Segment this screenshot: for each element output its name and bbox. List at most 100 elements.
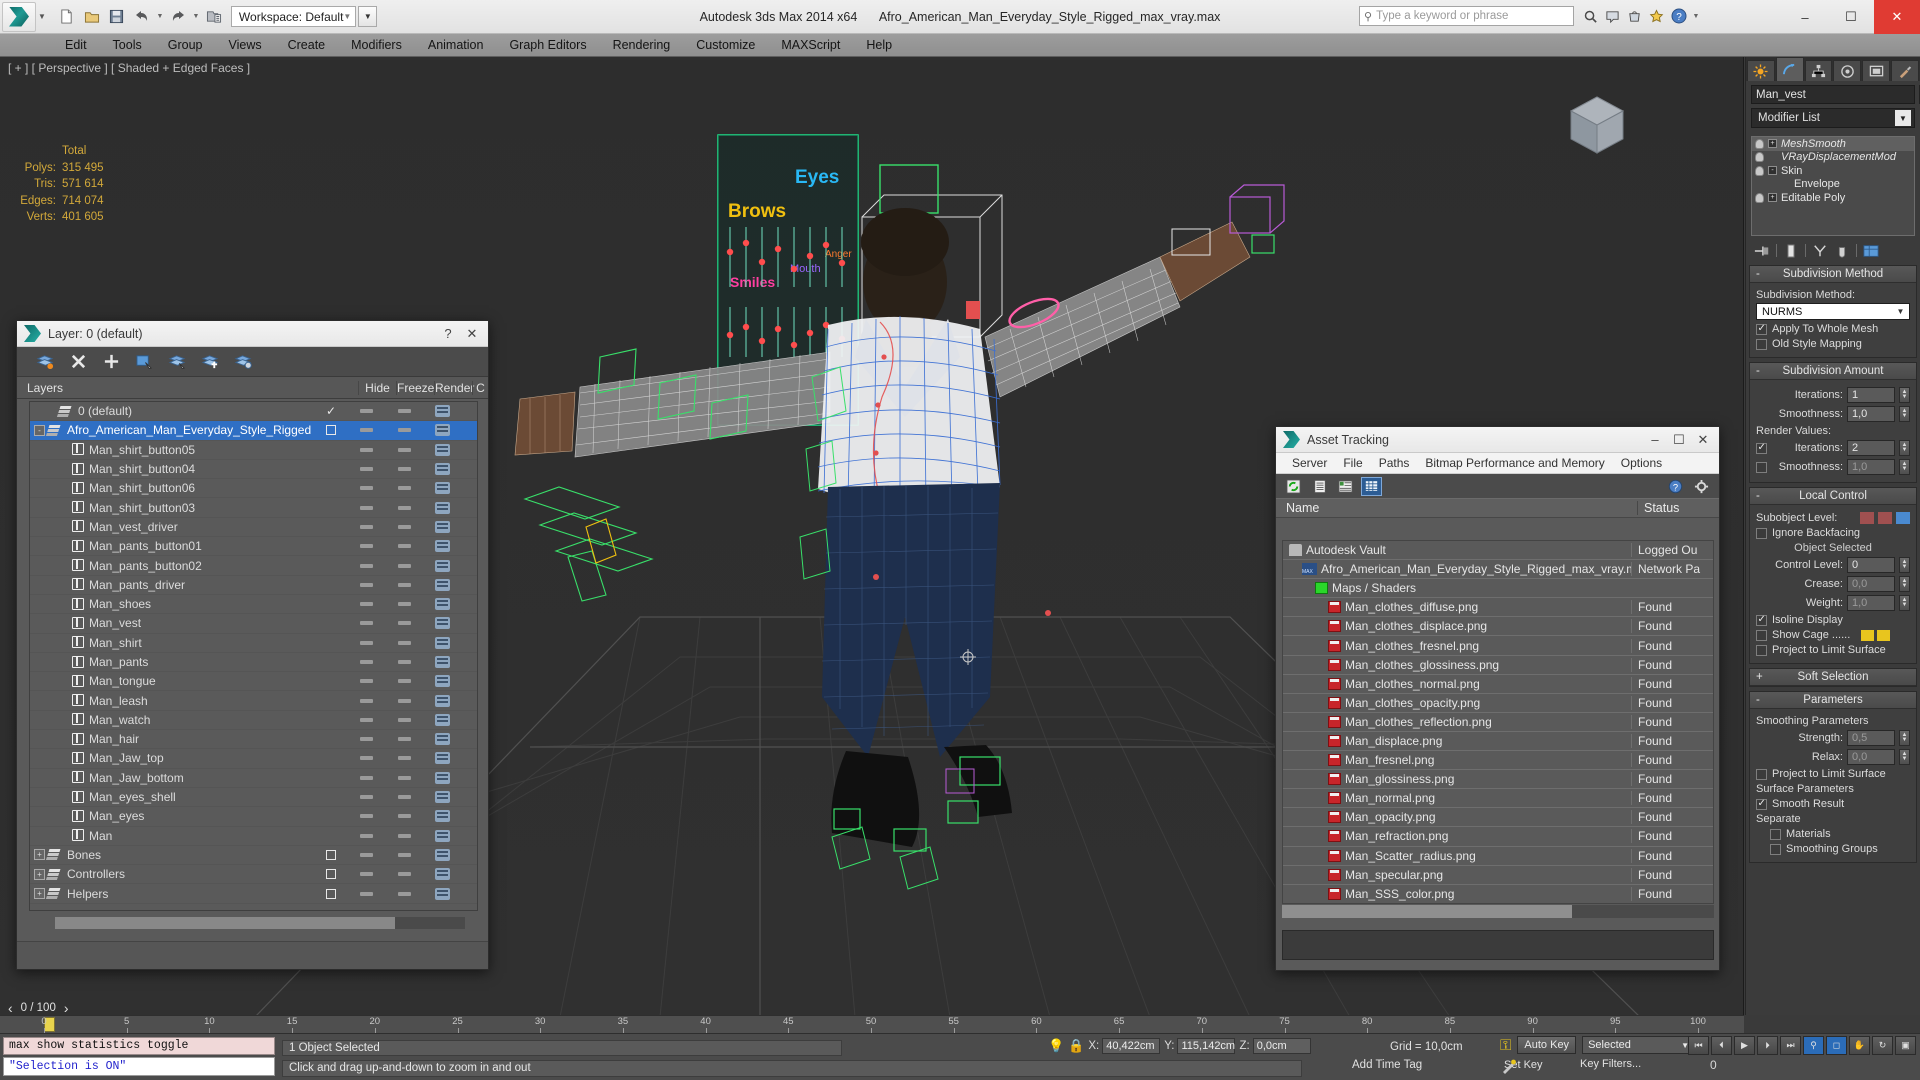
layer-hide-cell[interactable] [347,852,385,857]
layer-row[interactable]: Man_eyes_shell [30,788,477,808]
search-input[interactable]: ⚲ Type a keyword or phrase [1359,6,1574,26]
layer-col-freeze[interactable]: Freeze [396,380,434,395]
menu-item-views[interactable]: Views [215,34,274,57]
layer-freeze-cell[interactable] [385,756,423,761]
layer-freeze-cell[interactable] [385,428,423,433]
layer-hide-cell[interactable] [347,428,385,433]
smoothness-spinner[interactable]: ▲ ▼ [1899,406,1910,422]
set-project-folder-icon[interactable] [203,6,225,28]
layer-properties-icon[interactable] [233,352,253,372]
modifier-stack-row[interactable]: Envelope [1752,178,1914,192]
separate-smoothing-groups-checkbox[interactable] [1770,843,1781,855]
layer-render-cell[interactable] [423,424,461,437]
layer-render-cell[interactable] [423,868,461,881]
layer-row[interactable]: Man_watch [30,711,477,731]
menu-item-modifiers[interactable]: Modifiers [338,34,415,57]
layer-freeze-cell[interactable] [385,409,423,414]
layer-check-cell[interactable] [315,425,347,436]
coord-x[interactable]: X: 40,422cm [1088,1038,1161,1054]
communication-center-icon[interactable] [1604,8,1621,25]
asset-row[interactable]: Man_displace.png Found [1283,732,1713,752]
configure-modifier-sets-icon[interactable] [1863,243,1879,258]
project-to-limit-surface-checkbox-2[interactable] [1756,768,1767,780]
make-unique-icon[interactable] [1812,243,1828,258]
layer-render-cell[interactable] [423,733,461,746]
layer-freeze-cell[interactable] [385,833,423,838]
grid-view-icon[interactable] [1361,476,1382,496]
rollout-header-soft-selection[interactable]: + Soft Selection [1750,669,1916,686]
layer-hide-cell[interactable] [347,756,385,761]
control-level-spinner[interactable]: ▲ ▼ [1899,557,1910,573]
display-tab[interactable] [1862,60,1891,81]
close-button[interactable]: ✕ [1874,0,1920,34]
layer-hide-cell[interactable] [347,833,385,838]
expand-toggle-icon[interactable]: + [34,888,45,900]
smooth-result-checkbox[interactable] [1756,798,1767,810]
timeline-ruler[interactable]: 0 5 10 15 20 25 30 35 40 45 50 55 60 65 70 75 80 85 90 95 10… [0,1015,1744,1033]
layer-render-cell[interactable] [423,791,461,804]
layer-render-cell[interactable] [423,829,461,842]
layer-list-horizontal-scrollbar[interactable] [55,917,465,929]
modifier-list-dropdown[interactable]: Modifier List ▼ [1751,108,1915,128]
layer-row[interactable]: Man_Jaw_top [30,749,477,769]
asset-row[interactable]: Man_refraction.png Found [1283,827,1713,847]
layer-render-cell[interactable] [423,713,461,726]
search-submit-icon[interactable] [1582,8,1599,25]
modifier-stack-row[interactable]: + MeshSmooth [1752,137,1914,151]
key-mode-toggle-icon[interactable] [1500,1058,1518,1076]
zoom-icon[interactable]: ⚲ [1803,1036,1824,1055]
asset-row[interactable]: Man_opacity.png Found [1283,808,1713,828]
subobject-level-buttons[interactable] [1860,512,1910,524]
undo-dropdown-icon[interactable]: ▼ [156,13,164,20]
modifier-expand-icon[interactable]: + [1768,193,1777,203]
previous-frame-icon[interactable]: ⏴ [1711,1036,1732,1055]
hierarchy-tab[interactable] [1804,60,1833,81]
modifier-enable-icon[interactable] [1755,192,1764,203]
show-cage-checkbox[interactable] [1756,629,1767,641]
asset-menu-options[interactable]: Options [1613,453,1670,474]
layer-row[interactable]: Man_shirt_button03 [30,498,477,518]
menu-item-animation[interactable]: Animation [415,34,497,57]
render-iterations-field[interactable]: 2 [1847,440,1895,456]
menu-item-maxscript[interactable]: MAXScript [768,34,853,57]
expand-toggle-icon[interactable]: + [34,849,45,861]
layer-freeze-cell[interactable] [385,602,423,607]
minimize-button[interactable]: – [1782,0,1828,34]
layer-hide-cell[interactable] [347,891,385,896]
new-file-icon[interactable] [56,6,78,28]
layer-render-cell[interactable] [423,598,461,611]
asset-row[interactable]: Man_clothes_normal.png Found [1283,675,1713,694]
modify-tab[interactable] [1775,57,1804,81]
layer-col-layers[interactable]: Layers [17,381,326,395]
layer-row[interactable]: Man_Jaw_bottom [30,769,477,788]
strength-field[interactable]: 0,5 [1847,730,1895,746]
menu-item-group[interactable]: Group [155,34,216,57]
favorites-star-icon[interactable] [1648,8,1665,25]
layer-dialog-close-button[interactable]: ✕ [460,326,484,342]
layer-row[interactable]: Man_pants_button01 [30,537,477,557]
asset-row[interactable]: Man_clothes_displace.png Found [1283,617,1713,637]
show-end-result-icon[interactable] [1783,243,1799,258]
apply-to-whole-mesh-row[interactable]: Apply To Whole Mesh [1756,323,1910,335]
layer-check-cell[interactable] [315,849,347,860]
layer-hide-cell[interactable] [347,795,385,800]
separate-materials-row[interactable]: Materials [1756,828,1910,840]
command-panel[interactable]: Modifier List ▼ + MeshSmoothVRayDisplacem… [1745,57,1920,1015]
layer-row[interactable]: - Afro_American_Man_Everyday_Style_Rigged [30,421,477,441]
layer-row[interactable]: Man_leash [30,691,477,711]
layer-row[interactable]: Man_shirt [30,634,477,653]
asset-row[interactable]: Man_Scatter_radius.png Found [1283,847,1713,866]
layer-freeze-cell[interactable] [385,679,423,684]
create-tab[interactable] [1747,60,1775,81]
layer-render-cell[interactable] [423,887,461,900]
render-smoothness-field[interactable]: 1,0 [1847,459,1895,475]
workspace-dropdown-button[interactable]: ▼ [358,6,378,27]
layer-freeze-cell[interactable] [385,505,423,510]
ignore-backfacing-checkbox[interactable] [1756,527,1767,539]
rollout-header-local-control[interactable]: - Local Control [1750,488,1916,505]
smoothness-field[interactable]: 1,0 [1847,406,1895,422]
layer-render-cell[interactable] [423,675,461,688]
layer-freeze-cell[interactable] [385,640,423,645]
asset-settings-icon[interactable] [1692,478,1711,495]
layer-hide-cell[interactable] [347,486,385,491]
